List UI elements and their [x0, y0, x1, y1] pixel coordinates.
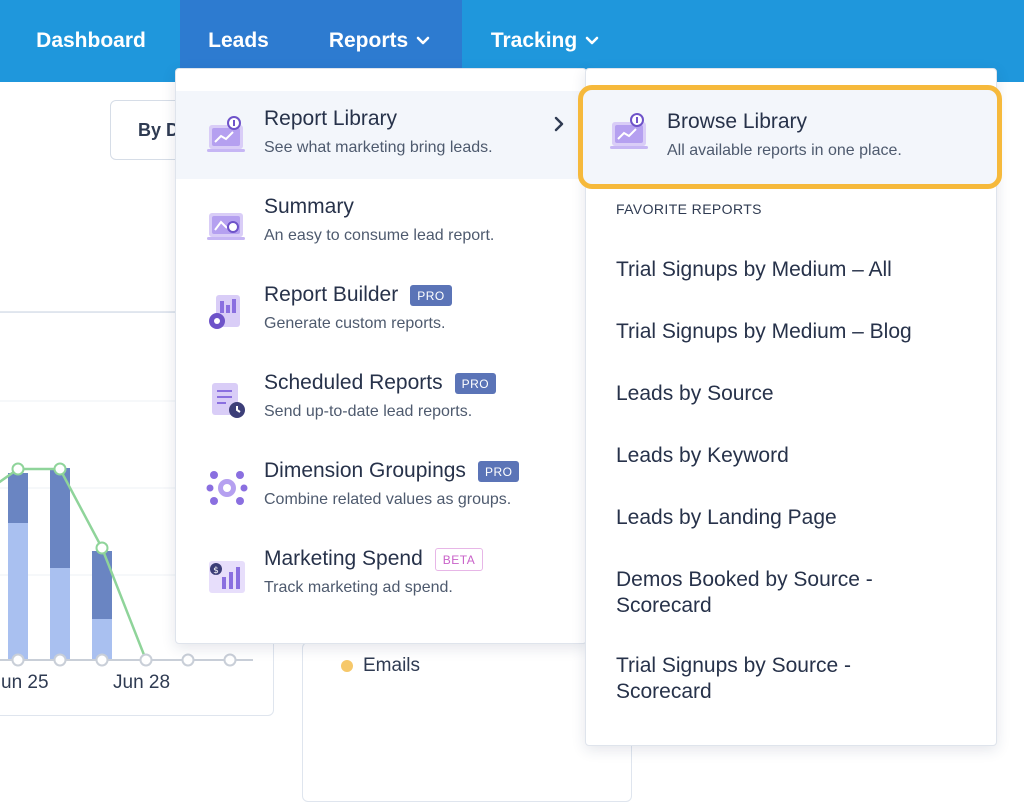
favorite-report-item[interactable]: Trial Signups by Medium – All [616, 257, 976, 283]
menu-item-summary[interactable]: Summary An easy to consume lead report. [176, 179, 586, 267]
marketing-spend-icon: $ [209, 561, 245, 593]
nav-reports-label: Reports [328, 29, 409, 52]
menu-item-scheduled-reports[interactable]: Scheduled Reports PRO Send up-to-date le… [176, 355, 586, 443]
menu-item-title: Dimension Groupings [264, 459, 466, 482]
pro-badge: PRO [410, 284, 452, 306]
svg-text:$: $ [213, 566, 219, 576]
dimension-groupings-icon [206, 471, 248, 505]
menu-item-desc: Track marketing ad spend. [264, 579, 453, 596]
nav-tracking-label: Tracking [490, 29, 578, 52]
x-tick-label: un 25 [1, 672, 49, 693]
menu-item-dimension-groupings[interactable]: Dimension Groupings PRO Combine related … [176, 443, 586, 531]
nav-dashboard[interactable]: Dashboard [18, 0, 164, 82]
menu-title: Summary [264, 195, 354, 219]
legend-item-emails: Emails [341, 655, 420, 677]
chevron-down-icon [416, 36, 430, 45]
axis-point [139, 653, 153, 667]
date-filter-label: By D [138, 119, 180, 140]
favorite-report-item[interactable]: Leads by Source [616, 381, 976, 407]
favorite-report-item[interactable]: Trial Signups by Medium – Blog [616, 319, 976, 345]
menu-item-desc: Send up-to-date lead reports. [264, 403, 473, 420]
chevron-right-icon [554, 116, 564, 132]
axis-point [223, 653, 237, 667]
bar-segment [92, 551, 112, 619]
reports-dropdown: Report Library See what marketing bring … [175, 68, 587, 644]
menu-item-report-library[interactable]: Report Library See what marketing bring … [176, 91, 586, 179]
favorite-report-item[interactable]: Leads by Keyword [616, 443, 976, 469]
summary-icon [207, 213, 245, 240]
trend-point [53, 462, 67, 476]
pro-badge: PRO [477, 460, 520, 482]
bar-segment [50, 568, 70, 660]
favorite-report-item[interactable]: Trial Signups by Source - Scorecard [616, 653, 916, 705]
menu-item-title: Summary [264, 195, 354, 218]
bar-segment [8, 473, 28, 523]
nav-leads-label: Leads [208, 29, 269, 52]
chevron-down-icon [585, 36, 599, 45]
menu-item-desc: Generate custom reports. [264, 315, 446, 332]
pro-badge: PRO [454, 372, 497, 394]
scheduled-reports-icon [212, 383, 245, 418]
beta-badge: BETA [434, 547, 484, 571]
browse-library-icon [610, 113, 648, 149]
menu-item-title: Scheduled Reports [264, 371, 443, 394]
menu-item-title: Report Builder [264, 283, 399, 306]
trend-point [95, 541, 109, 555]
favorite-reports-heading: FAVORITE REPORTS [616, 201, 762, 217]
x-tick-label: Jun 28 [113, 672, 171, 693]
axis-point [11, 653, 25, 667]
browse-library-desc: All available reports in one place. [667, 142, 902, 159]
legend-label: Emails [363, 655, 421, 676]
menu-item-report-builder[interactable]: Report Builder PRO Generate custom repor… [176, 267, 586, 355]
bar-segment [8, 523, 28, 660]
legend-card: Emails [302, 642, 632, 802]
menu-title: Report Library [264, 107, 397, 131]
report-library-icon [207, 116, 245, 152]
report-library-submenu: Browse Library All available reports in … [578, 68, 1002, 746]
menu-title: Scheduled Reports PRO [264, 371, 497, 395]
browse-library-title: Browse Library [667, 110, 808, 133]
menu-item-desc: See what marketing bring leads. [264, 139, 493, 156]
browse-library-item[interactable]: Browse Library All available reports in … [578, 85, 1002, 189]
menu-item-desc: Combine related values as groups. [264, 491, 512, 508]
axis-point [95, 653, 109, 667]
axis-point [53, 653, 67, 667]
favorite-report-item[interactable]: Demos Booked by Source - Scorecard [616, 567, 916, 619]
axis-point [181, 653, 195, 667]
menu-title: Dimension Groupings PRO [264, 459, 520, 483]
menu-item-title: Report Library [264, 107, 398, 130]
menu-item-marketing-spend[interactable]: $ Marketing Spend BETA Track marketing a… [176, 531, 586, 619]
report-builder-icon [209, 295, 240, 329]
menu-title: Marketing Spend BETA [264, 547, 484, 571]
nav-dashboard-label: Dashboard [36, 29, 146, 52]
legend-dot [341, 660, 353, 672]
trend-point [11, 462, 25, 476]
menu-item-desc: An easy to consume lead report. [264, 227, 495, 244]
menu-item-title: Marketing Spend [264, 547, 423, 570]
favorite-report-item[interactable]: Leads by Landing Page [616, 505, 976, 531]
menu-title: Report Builder PRO [264, 283, 452, 307]
